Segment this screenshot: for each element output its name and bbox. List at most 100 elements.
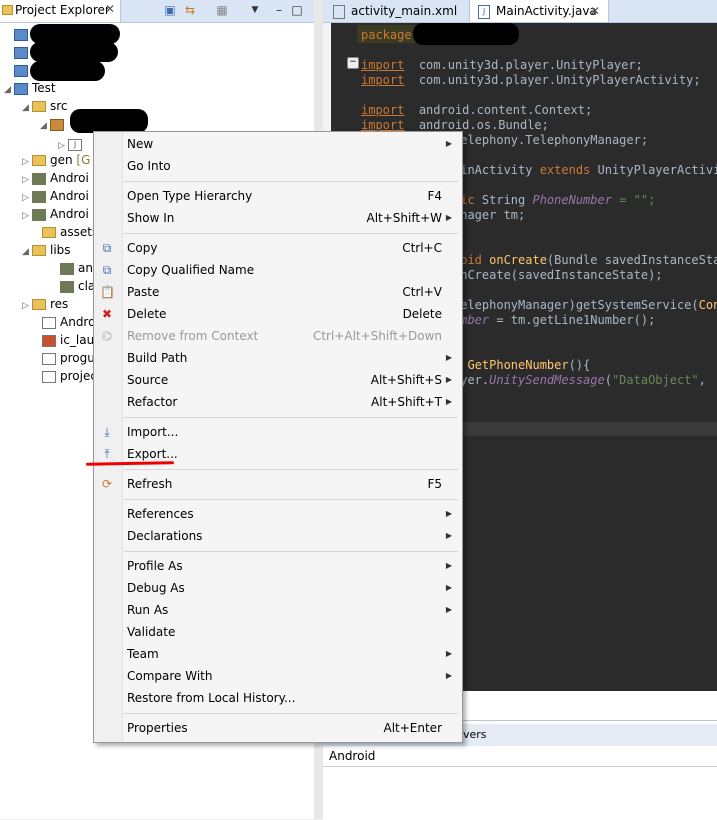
menu-item-shortcut: Alt+Shift+S — [370, 373, 442, 387]
submenu-arrow-icon: ▶ — [445, 561, 452, 570]
tree-item[interactable] — [4, 25, 32, 43]
jar-icon — [60, 262, 74, 275]
tab-activity-main-xml[interactable]: activity_main.xml — [323, 0, 468, 22]
tree-item[interactable]: ▷ Androi — [22, 205, 89, 223]
divider — [323, 766, 717, 767]
menu-item-open-type-hierarchy[interactable]: Open Type Hierarchy F4 — [94, 185, 462, 207]
code-line: package — [361, 27, 412, 43]
menu-item-import[interactable]: ⤓ Import... — [94, 421, 462, 443]
jar-icon — [32, 208, 46, 221]
menu-item-copy[interactable]: ⧉ Copy Ctrl+C — [94, 237, 462, 259]
menu-item-label: Build Path — [127, 351, 188, 365]
maximize-icon[interactable]: □ — [290, 3, 304, 17]
code-token: telephony.TelephonyManager; — [453, 133, 649, 147]
tree-item-label: Test — [32, 81, 56, 95]
tree-item[interactable]: project — [32, 367, 102, 385]
redaction-mark — [30, 61, 105, 81]
expanded-arrow-icon[interactable]: ◢ — [22, 243, 32, 261]
code-line: telephony.TelephonyManager; — [453, 132, 648, 148]
tree-item[interactable] — [4, 61, 32, 79]
project-explorer-tab[interactable]: Project Explorer ✕ — [0, 0, 121, 22]
folder-icon — [32, 155, 46, 166]
menu-item-show-in[interactable]: Show In Alt+Shift+W ▶ — [94, 207, 462, 229]
tab-mainactivity-java[interactable]: J MainActivity.java ✕ — [469, 0, 609, 22]
tree-item[interactable]: ◢ Test — [4, 79, 56, 97]
tree-item[interactable]: ▷ Androi — [22, 187, 89, 205]
import-icon: ⤓ — [104, 425, 110, 439]
menu-item-run-as[interactable]: Run As ▶ — [94, 599, 462, 621]
tree-item-label: gen [G — [50, 153, 91, 167]
image-file-icon — [42, 334, 56, 347]
code-token: = tm.getLine1Number(); — [489, 313, 656, 327]
menu-item-refactor[interactable]: Refactor Alt+Shift+T ▶ — [94, 391, 462, 413]
menu-item-source[interactable]: Source Alt+Shift+S ▶ — [94, 369, 462, 391]
tree-item[interactable]: assets — [32, 223, 98, 241]
menu-item-references[interactable]: References ▶ — [94, 503, 462, 525]
menu-separator — [124, 551, 458, 552]
close-icon[interactable]: ✕ — [590, 0, 600, 22]
collapsed-arrow-icon[interactable]: ▷ — [22, 207, 32, 225]
menu-item-validate[interactable]: Validate — [94, 621, 462, 643]
project-explorer-icon — [2, 5, 13, 15]
code-token: android.content.Context; — [411, 103, 593, 117]
menu-item-team[interactable]: Team ▶ — [94, 643, 462, 665]
tree-item[interactable]: ▷ res — [22, 295, 68, 313]
code-line: onCreate(savedInstanceState); — [453, 267, 663, 283]
code-token: , — [698, 373, 706, 387]
code-token: (Bundle savedInstanceSta — [546, 253, 717, 267]
menu-item-build-path[interactable]: Build Path ▶ — [94, 347, 462, 369]
minimize-icon[interactable]: – — [272, 3, 286, 17]
code-token: PhoneNumber — [532, 193, 612, 207]
redaction-mark — [413, 23, 519, 45]
submenu-arrow-icon: ▶ — [445, 213, 452, 222]
file-icon — [42, 370, 56, 383]
tree-item[interactable]: ic_laun — [32, 331, 102, 349]
menu-item-declarations[interactable]: Declarations ▶ — [94, 525, 462, 547]
close-icon[interactable]: ✕ — [105, 2, 115, 16]
submenu-arrow-icon: ▶ — [445, 583, 452, 592]
delete-icon: ✖ — [101, 307, 113, 321]
menu-item-compare-with[interactable]: Compare With ▶ — [94, 665, 462, 687]
expanded-arrow-icon[interactable]: ◢ — [4, 81, 14, 99]
tree-item-label: Androi — [50, 171, 89, 185]
tree-item-label: Androi — [50, 207, 89, 221]
paste-icon: 📋 — [100, 285, 115, 299]
collapse-all-icon[interactable]: ▣ — [163, 3, 177, 17]
tree-item[interactable]: ◢ libs — [22, 241, 71, 259]
tree-item[interactable]: ◢ src — [22, 97, 68, 115]
tree-item[interactable]: ▷ Androi — [22, 169, 89, 187]
tree-item[interactable]: ◢ — [40, 115, 68, 133]
filter-icon[interactable]: ▦ — [215, 3, 229, 17]
menu-item-paste[interactable]: 📋 Paste Ctrl+V — [94, 281, 462, 303]
bottom-tab-label[interactable]: vers — [463, 728, 487, 741]
code-token: UnityPlayerActivi — [590, 163, 717, 177]
menu-separator — [124, 417, 458, 418]
menu-item-shortcut: Ctrl+C — [402, 241, 442, 255]
menu-item-new[interactable]: New ▶ — [94, 133, 462, 155]
menu-item-profile-as[interactable]: Profile As ▶ — [94, 555, 462, 577]
menu-item-delete[interactable]: ✖ Delete Delete — [94, 303, 462, 325]
menu-item-label: Declarations — [127, 529, 203, 543]
menu-item-restore-from-local-history[interactable]: Restore from Local History... — [94, 687, 462, 709]
menu-item-copy-qualified-name[interactable]: ⧉ Copy Qualified Name — [94, 259, 462, 281]
code-token: extends — [539, 163, 591, 177]
copy-icon: ⧉ — [102, 241, 112, 255]
tree-item[interactable]: Androi — [32, 313, 99, 331]
redaction-mark — [70, 109, 148, 133]
tree-item[interactable] — [4, 43, 32, 61]
menu-item-go-into[interactable]: Go Into — [94, 155, 462, 177]
collapsed-arrow-icon[interactable]: ▷ — [22, 297, 32, 315]
redaction-mark — [30, 24, 120, 44]
link-with-editor-icon[interactable]: ⇆ — [183, 3, 197, 17]
expanded-arrow-icon[interactable]: ◢ — [40, 117, 50, 135]
menu-item-properties[interactable]: Properties Alt+Enter — [94, 717, 462, 739]
menu-separator — [124, 233, 458, 234]
fold-toggle-icon[interactable]: − — [347, 57, 359, 69]
view-menu-icon[interactable]: ▼ — [248, 3, 262, 17]
code-line: import android.content.Context; — [361, 103, 593, 117]
menu-item-debug-as[interactable]: Debug As ▶ — [94, 577, 462, 599]
tree-item[interactable]: progua — [32, 349, 102, 367]
expanded-arrow-icon[interactable]: ◢ — [22, 99, 32, 117]
menu-item-refresh[interactable]: ⟳ Refresh F5 — [94, 473, 462, 495]
tree-item[interactable]: ▷ gen [G — [22, 151, 90, 169]
